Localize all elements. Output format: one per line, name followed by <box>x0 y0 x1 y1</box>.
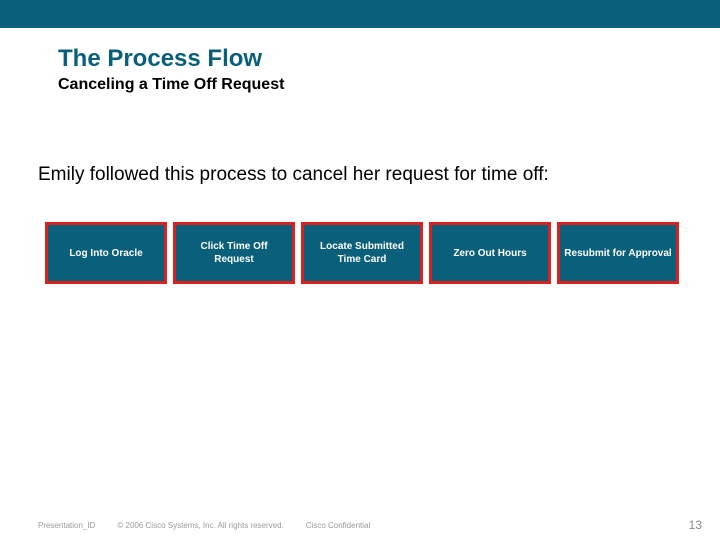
process-flow: Log Into Oracle Click Time Off Request L… <box>0 186 720 284</box>
flow-step: Log Into Oracle <box>45 222 167 284</box>
slide-footer: Presentation_ID © 2006 Cisco Systems, In… <box>0 518 720 532</box>
page-number: 13 <box>689 518 702 532</box>
flow-step: Click Time Off Request <box>173 222 295 284</box>
intro-text: Emily followed this process to cancel he… <box>0 94 720 186</box>
flow-step: Resubmit for Approval <box>557 222 679 284</box>
confidential-text: Cisco Confidential <box>306 521 370 530</box>
presentation-id: Presentation_ID <box>38 521 95 530</box>
slide-header: The Process Flow Canceling a Time Off Re… <box>0 28 720 94</box>
copyright-text: © 2006 Cisco Systems, Inc. All rights re… <box>117 521 283 530</box>
top-brand-bar <box>0 0 720 28</box>
slide-title: The Process Flow <box>58 46 720 72</box>
flow-step: Zero Out Hours <box>429 222 551 284</box>
flow-step: Locate Submitted Time Card <box>301 222 423 284</box>
slide-subtitle: Canceling a Time Off Request <box>58 76 720 94</box>
